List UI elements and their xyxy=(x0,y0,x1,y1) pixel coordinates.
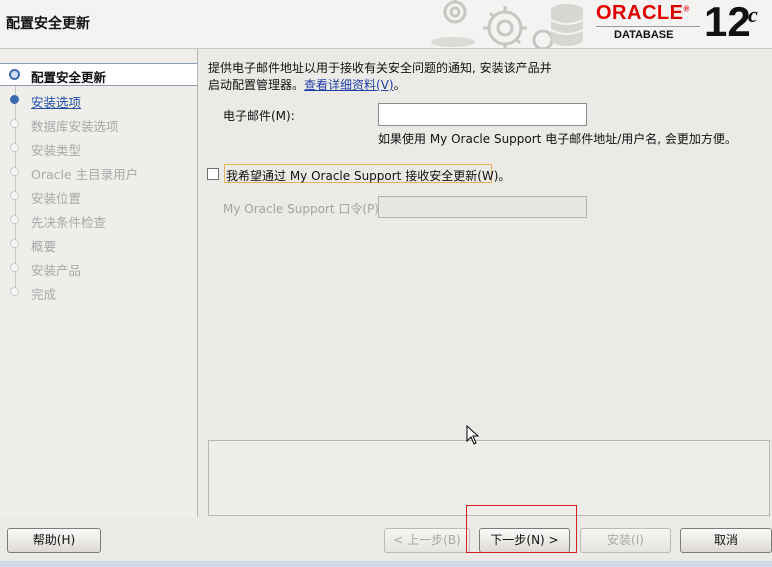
next-button-highlight xyxy=(466,505,577,553)
view-details-link[interactable]: 查看详细资料(V) xyxy=(304,78,394,92)
oracle-logo: ORACLE® DATABASE 12 c xyxy=(588,0,772,48)
sidebar-step-install-product: 安装产品 xyxy=(0,257,197,279)
product-name: DATABASE xyxy=(614,29,674,41)
intro-line-2: 启动配置管理器。查看详细资料(V)。 xyxy=(208,77,552,94)
sidebar-step-install-options[interactable]: 安装选项 xyxy=(0,89,197,111)
step-icon xyxy=(10,119,19,128)
step-icon xyxy=(10,167,19,176)
steps-sidebar: 配置安全更新 安装选项 数据库安装选项 安装类型 Oracle 主目录用户 安装… xyxy=(0,49,198,517)
email-field[interactable] xyxy=(378,103,587,126)
sidebar-step-finish: 完成 xyxy=(0,281,197,303)
receive-updates-checkbox[interactable] xyxy=(207,168,219,180)
version-number: 12 xyxy=(704,0,751,45)
step-icon xyxy=(10,239,19,248)
step-icon xyxy=(10,143,19,152)
gears-graphic-icon xyxy=(431,0,584,48)
step-icon xyxy=(10,191,19,200)
intro-line-2-text: 启动配置管理器。 xyxy=(208,78,305,92)
help-button[interactable]: 帮助(H) xyxy=(7,528,101,553)
sidebar-step-prereq-checks: 先决条件检查 xyxy=(0,209,197,231)
step-icon xyxy=(10,95,19,104)
version-suffix: c xyxy=(748,2,758,27)
password-label: My Oracle Support 口令(P): xyxy=(223,202,384,216)
page-title: 配置安全更新 xyxy=(6,16,90,32)
step-icon xyxy=(10,287,19,296)
cancel-button[interactable]: 取消 xyxy=(680,528,772,553)
back-button: < 上一步(B) xyxy=(384,528,470,553)
receive-updates-option[interactable]: 我希望通过 My Oracle Support 接收安全更新(W)。 xyxy=(207,164,510,185)
mouse-cursor-icon xyxy=(466,425,480,445)
sidebar-step-configure-security[interactable]: 配置安全更新 xyxy=(0,63,197,86)
email-hint: 如果使用 My Oracle Support 电子邮件地址/用户名, 会更加方便… xyxy=(378,132,737,146)
intro-line-1: 提供电子邮件地址以用于接收有关安全问题的通知, 安装该产品并 xyxy=(208,61,552,75)
intro-line-2-end: 。 xyxy=(393,78,406,92)
password-field xyxy=(378,196,587,218)
sidebar-step-install-type: 安装类型 xyxy=(0,137,197,159)
install-button: 安装(I) xyxy=(580,528,671,553)
window-bottom-edge xyxy=(0,561,772,567)
sidebar-step-oracle-home-user: Oracle 主目录用户 xyxy=(0,161,197,183)
receive-updates-label: 我希望通过 My Oracle Support 接收安全更新(W)。 xyxy=(226,169,511,183)
sidebar-step-summary: 概要 xyxy=(0,233,197,255)
step-icon xyxy=(10,215,19,224)
step-current-icon xyxy=(9,69,20,80)
main-panel: 提供电子邮件地址以用于接收有关安全问题的通知, 安装该产品并 启动配置管理器。查… xyxy=(198,49,772,517)
oracle-brand-text: ORACLE® xyxy=(596,2,690,24)
header-banner: 配置安全更新 ORACLE® DATABASE 12 c xyxy=(0,0,772,49)
sidebar-step-db-install-options: 数据库安装选项 xyxy=(0,113,197,135)
intro-text: 提供电子邮件地址以用于接收有关安全问题的通知, 安装该产品并 启动配置管理器。查… xyxy=(208,60,552,94)
footer-button-bar: 帮助(H) < 上一步(B) 下一步(N) > 安装(I) 取消 xyxy=(0,505,772,567)
sidebar-step-install-location: 安装位置 xyxy=(0,185,197,207)
step-icon xyxy=(10,263,19,272)
email-label: 电子邮件(M): xyxy=(223,109,295,123)
